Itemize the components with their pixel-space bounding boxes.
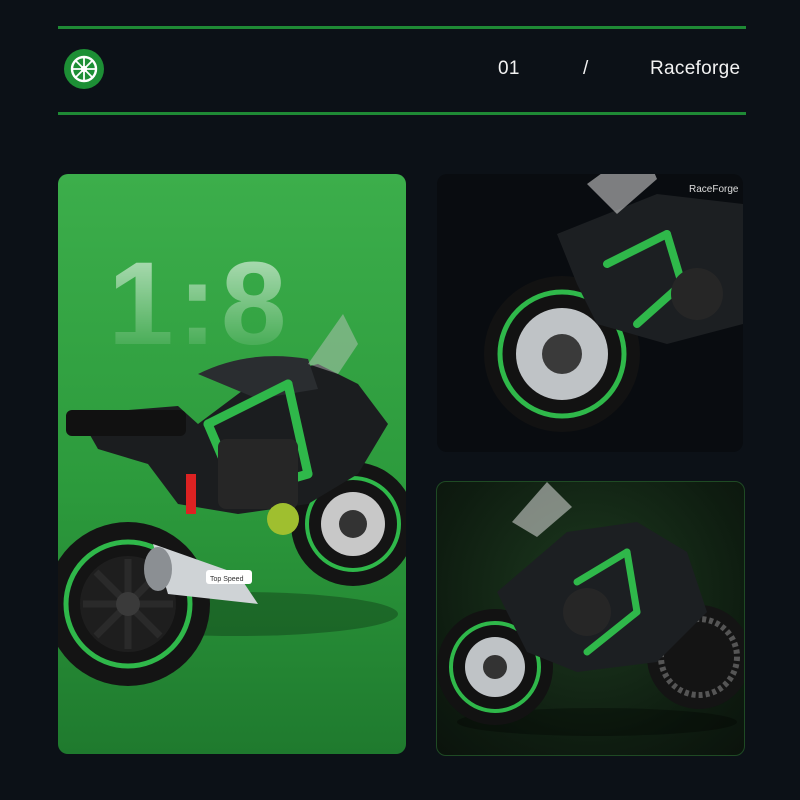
brand-name: Raceforge: [650, 58, 741, 79]
scale-model-panel: 1:8 Top Speed: [58, 174, 406, 754]
page-number: 01: [498, 58, 520, 79]
header-separator: /: [583, 58, 589, 79]
wheel-icon: [64, 49, 104, 89]
motorcycle-side-panel: RaceForge: [437, 174, 743, 452]
motorcycle-image-main: Top Speed: [58, 314, 406, 686]
header-top-rule: [58, 26, 746, 29]
fairing-brand: RaceForge: [689, 184, 739, 195]
motorcycle-image-angle: [437, 482, 744, 736]
top-speed-label: Top Speed: [210, 576, 244, 583]
motorcycle-angle-panel: [436, 481, 745, 756]
motorcycle-image-side: RaceForge: [484, 174, 743, 432]
header-bottom-rule: [58, 112, 746, 115]
